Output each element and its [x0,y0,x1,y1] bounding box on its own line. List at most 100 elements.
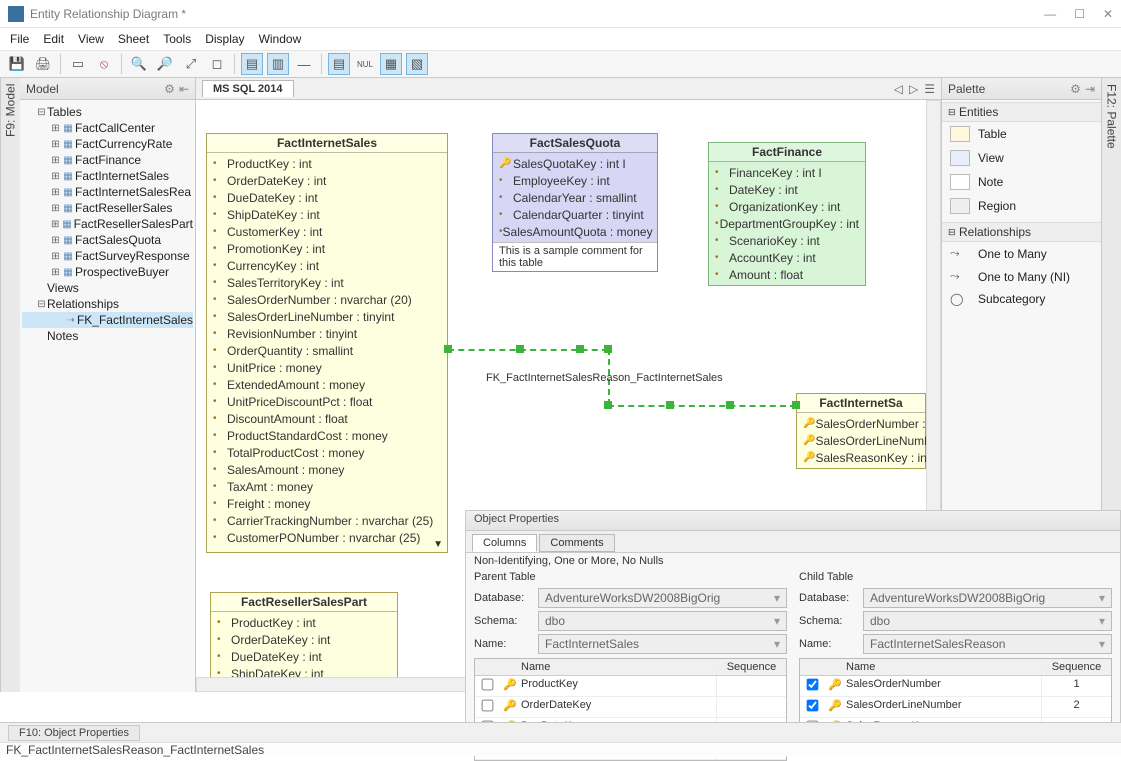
palette-item-view[interactable]: View [942,146,1101,170]
entity-column: •SalesTerritoryKey : int [207,274,447,291]
relationship-handle[interactable] [666,401,674,409]
parent-schema-select[interactable]: dbo▾ [538,611,787,631]
column-checkbox[interactable] [482,679,494,691]
child-schema-select[interactable]: dbo▾ [863,611,1112,631]
tree-relationship-item[interactable]: ⇢FK_FactInternetSales [22,312,193,328]
select-icon[interactable]: ▭ [67,53,89,75]
entity-factinternetsales[interactable]: FactInternetSales •ProductKey : int•Orde… [206,133,448,553]
tree-table-item[interactable]: ⊞▦FactSurveyResponse [22,248,193,264]
relationship-handle[interactable] [604,345,612,353]
display-mode-2-icon[interactable]: ▥ [267,53,289,75]
table-row[interactable]: 🔑SalesOrderNumber1 [800,676,1111,697]
tab-columns[interactable]: Columns [472,534,537,552]
canvas-tab[interactable]: MS SQL 2014 [202,80,294,97]
tab-next-icon[interactable]: ▷ [909,82,918,96]
child-name-select[interactable]: FactInternetSalesReason▾ [863,634,1112,654]
palette-item-one-to-many-ni[interactable]: ⤳One to Many (NI) [942,265,1101,288]
tree-table-item[interactable]: ⊞▦FactCurrencyRate [22,136,193,152]
table-row[interactable]: 🔑SalesOrderLineNumber2 [800,697,1111,718]
menu-display[interactable]: Display [205,32,244,46]
gear-icon[interactable]: ⚙ [1070,82,1081,96]
model-tree[interactable]: ⊟Tables ⊞▦FactCallCenter⊞▦FactCurrencyRa… [20,100,195,348]
tree-table-item[interactable]: ⊞▦FactInternetSales [22,168,193,184]
relationship-handle[interactable] [444,345,452,353]
entity-title: FactFinance [709,143,865,162]
child-db-select[interactable]: AdventureWorksDW2008BigOrig▾ [863,588,1112,608]
forbid-icon[interactable]: ⦸ [93,53,115,75]
column-checkbox[interactable] [807,679,819,691]
model-title: Model [26,82,59,96]
gear-icon[interactable]: ⚙ [164,82,175,96]
entity-column: •CarrierTrackingNumber : nvarchar (25) [207,512,447,529]
toolbar-separator [321,54,322,74]
tree-table-item[interactable]: ⊞▦FactResellerSalesPart [22,216,193,232]
relationship-handle[interactable] [604,401,612,409]
collapse-icon[interactable]: ⇥ [1085,82,1095,96]
toggle-4-icon[interactable]: ▧ [406,53,428,75]
tree-table-item[interactable]: ⊞▦FactSalesQuota [22,232,193,248]
tab-comments[interactable]: Comments [539,534,614,552]
tree-table-item[interactable]: ⊞▦FactInternetSalesRea [22,184,193,200]
relationship-line[interactable] [448,349,608,351]
zoom-fit-icon[interactable]: ⤢ [180,53,202,75]
menu-view[interactable]: View [78,32,104,46]
left-vertical-tab[interactable]: F9: Model [0,78,20,692]
zoom-out-icon[interactable]: 🔎 [154,53,176,75]
relationship-line[interactable] [608,405,796,407]
relationship-handle[interactable] [576,345,584,353]
save-icon[interactable]: 💾 [6,53,28,75]
palette-item-region[interactable]: Region [942,194,1101,218]
tree-relationships[interactable]: ⊟Relationships [22,296,193,312]
menu-tools[interactable]: Tools [163,32,191,46]
menu-sheet[interactable]: Sheet [118,32,149,46]
zoom-in-icon[interactable]: 🔍 [128,53,150,75]
palette-item-note[interactable]: Note [942,170,1101,194]
entity-column: •AccountKey : int [709,249,865,266]
entity-factsalesquota[interactable]: FactSalesQuota 🔑SalesQuotaKey : int I•Em… [492,133,658,272]
zoom-region-icon[interactable]: ◻ [206,53,228,75]
tree-tables[interactable]: ⊟Tables [22,104,193,120]
tree-table-item[interactable]: ⊞▦FactCallCenter [22,120,193,136]
toggle-1-icon[interactable]: ▤ [328,53,350,75]
entity-column: •OrderQuantity : smallint [207,342,447,359]
menu-window[interactable]: Window [259,32,302,46]
relationship-handle[interactable] [792,401,800,409]
palette-item-table[interactable]: Table [942,122,1101,146]
maximize-button[interactable]: ☐ [1074,7,1085,21]
tree-table-item[interactable]: ⊞▦FactResellerSales [22,200,193,216]
tree-table-item[interactable]: ⊞▦FactFinance [22,152,193,168]
bottom-tab-object-properties[interactable]: F10: Object Properties [8,725,140,741]
column-checkbox[interactable] [482,700,494,712]
palette-item-subcategory[interactable]: ◯Subcategory [942,288,1101,310]
palette-item-one-to-many[interactable]: ⤳One to Many [942,242,1101,265]
column-checkbox[interactable] [807,700,819,712]
entity-comment: This is a sample comment for this table [493,242,657,271]
tab-prev-icon[interactable]: ◁ [894,82,903,96]
table-row[interactable]: 🔑OrderDateKey [475,697,786,718]
display-mode-3-icon[interactable]: — [293,53,315,75]
close-button[interactable]: ✕ [1103,7,1113,21]
minimize-button[interactable]: — [1044,7,1056,21]
entity-factinternetsalesreason[interactable]: FactInternetSa 🔑SalesOrderNumber :🔑Sales… [796,393,926,469]
tab-list-icon[interactable]: ☰ [924,82,935,96]
toggle-3-icon[interactable]: ▦ [380,53,402,75]
menu-edit[interactable]: Edit [43,32,64,46]
entity-column: •CurrencyKey : int [207,257,447,274]
tree-views[interactable]: Views [22,280,193,296]
relationship-handle[interactable] [726,401,734,409]
entity-factfinance[interactable]: FactFinance •FinanceKey : int I•DateKey … [708,142,866,286]
parent-db-select[interactable]: AdventureWorksDW2008BigOrig▾ [538,588,787,608]
collapse-icon[interactable]: ⇤ [179,82,189,96]
relationship-handle[interactable] [516,345,524,353]
print-icon[interactable]: 🖨 [32,53,54,75]
parent-name-select[interactable]: FactInternetSales▾ [538,634,787,654]
tree-table-item[interactable]: ⊞▦ProspectiveBuyer [22,264,193,280]
tree-notes[interactable]: Notes [22,328,193,344]
left-vtab-label: F9: Model [4,84,18,137]
toggle-null-icon[interactable]: NUL [354,53,376,75]
entity-column: •DueDateKey : int [207,189,447,206]
entity-column: 🔑SalesReasonKey : in [797,449,925,466]
table-row[interactable]: 🔑ProductKey [475,676,786,697]
menu-file[interactable]: File [10,32,29,46]
display-mode-1-icon[interactable]: ▤ [241,53,263,75]
